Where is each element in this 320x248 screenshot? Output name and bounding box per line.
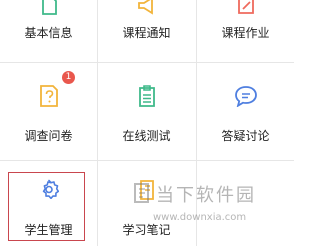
megaphone-icon	[136, 0, 158, 20]
grid-item-study-notes[interactable]: 学习笔记	[98, 170, 195, 248]
grid-item-label: 答疑讨论	[221, 129, 270, 143]
grid-divider-horizontal-2	[0, 160, 294, 161]
grid-item-qa-discussion[interactable]: 答疑讨论	[197, 73, 294, 151]
grid-divider-horizontal-1	[0, 62, 294, 63]
grid-item-label: 在线测试	[122, 129, 171, 143]
test-clipboard-icon	[137, 84, 157, 112]
grid-item-label: 学习笔记	[122, 223, 171, 237]
survey-icon	[39, 84, 59, 112]
grid-item-course-homework[interactable]: 课程作业	[197, 0, 294, 60]
gear-icon	[39, 179, 59, 203]
grid-item-label: 课程作业	[221, 26, 270, 40]
info-icon	[39, 0, 59, 20]
grid-item-online-test[interactable]: 在线测试	[98, 73, 195, 151]
grid-item-survey[interactable]: 调查问卷	[0, 73, 97, 151]
notebook-icon	[137, 179, 157, 205]
grid-item-label: 课程通知	[122, 26, 171, 40]
grid-item-label: 调查问卷	[24, 129, 73, 143]
grid-item-label: 基本信息	[24, 26, 73, 40]
edit-icon	[236, 0, 256, 20]
grid-item-course-notice[interactable]: 课程通知	[98, 0, 195, 60]
chat-bubble-icon	[234, 85, 258, 111]
grid-item-basic-info[interactable]: 基本信息	[0, 0, 97, 60]
notification-badge: 1	[62, 71, 75, 84]
grid-item-label: 学生管理	[24, 223, 73, 237]
grid-item-student-management[interactable]: 学生管理	[0, 170, 97, 248]
